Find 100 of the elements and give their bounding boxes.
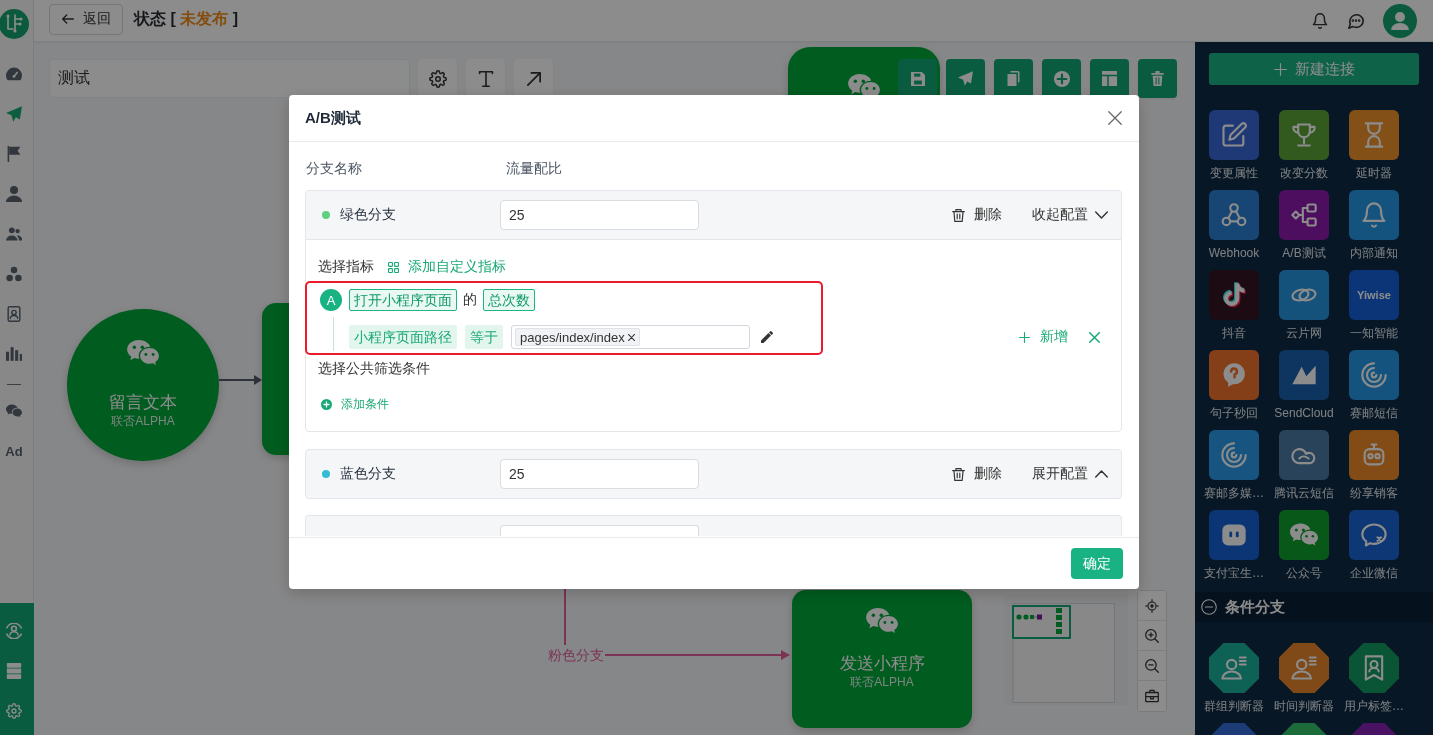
branch-name: 蓝色分支 [340,465,397,483]
notification-bell-icon[interactable] [1312,12,1328,29]
chat-bubbles-icon[interactable] [1279,510,1329,560]
flow-node[interactable]: 留言文本 联否ALPHA [67,309,219,461]
palette-label: 一知智能 [1350,325,1398,341]
plus-icon [1273,62,1287,76]
briefcase-icon [1145,689,1159,703]
flow-node[interactable]: 发送小程序 联否ALPHA [792,590,972,728]
music-note-icon[interactable] [1209,270,1259,320]
close-icon[interactable] [1108,111,1122,125]
branch-diagram-icon[interactable] [1279,190,1329,240]
gauge-icon[interactable] [6,66,22,82]
circles-icon[interactable] [6,266,22,282]
mountain-icon[interactable] [1279,350,1329,400]
event-tag[interactable]: 打开小程序页面 [349,289,457,311]
people-icon[interactable] [6,226,22,242]
palette-label: 群组判断器 [1204,698,1264,714]
back-button[interactable]: 返回 [49,3,123,35]
ratio-field[interactable] [500,525,699,536]
grid-icon [388,261,399,273]
edit-icon[interactable] [1209,110,1259,160]
palette-label: SendCloud [1274,405,1334,421]
flow-name-field[interactable]: 测试 [49,59,410,98]
crosshair-icon [1145,598,1159,613]
delete-button[interactable] [1138,59,1177,98]
section-label: 选择指标 [318,258,374,276]
new-connection-button[interactable]: 新建连接 [1209,53,1419,85]
face-tile-icon[interactable] [1209,510,1259,560]
bar-chart-icon[interactable] [6,346,22,362]
chevron-up-icon [1095,470,1108,478]
palette-label: 公众号 [1286,565,1322,581]
palette-label: 延时器 [1356,165,1392,181]
gear-icon[interactable] [6,703,22,719]
trash-icon [952,467,965,481]
value-tag[interactable]: pages/index/index [515,328,640,346]
palette-label: 改变分数 [1280,165,1328,181]
question-bubble-icon[interactable] [1209,350,1259,400]
node-subtitle: 联否ALPHA [111,413,175,429]
swirl-icon[interactable] [1349,350,1399,400]
ratio-field[interactable]: 25 [500,200,699,230]
section-header[interactable]: 条件分支 [1195,592,1433,622]
chat-bubbles-icon [127,340,159,366]
orbit-person-icon[interactable] [6,623,22,639]
node-subtitle: 联否ALPHA [850,674,914,690]
contact-card-icon[interactable] [6,306,22,322]
add-filter-button[interactable]: 新增 [1019,328,1068,346]
avatar-icon[interactable] [1383,3,1417,38]
robot-icon[interactable] [1349,430,1399,480]
paper-plane-icon[interactable] [6,106,22,122]
cloud-icon[interactable] [1279,430,1329,480]
server-icon[interactable] [6,663,22,679]
bookmark-person-icon[interactable] [1349,643,1399,693]
palette-label: 支付宝生… [1204,565,1264,581]
chat-bubbles-icon [866,608,898,634]
person-list-icon[interactable] [1209,643,1259,693]
plus-circle-icon [1053,70,1070,87]
arrow-left-icon [61,14,74,24]
dialog-title: A/B测试 [305,108,361,128]
measure-tag[interactable]: 总次数 [483,289,535,311]
logo-tile[interactable]: Yiwise [1349,270,1399,320]
confirm-button[interactable]: 确定 [1071,548,1123,579]
delete-button[interactable]: 删除 [952,206,1002,224]
add-metric-link[interactable]: 添加自定义指标 [388,258,506,276]
operator-tag[interactable]: 等于 [465,325,503,349]
person-icon[interactable] [6,186,22,202]
section-title: 条件分支 [1225,597,1285,617]
metric-badge: A [320,289,342,311]
text-tool-icon [477,70,494,87]
chat-icon[interactable] [1348,12,1364,29]
palette-label: 内部通知 [1350,245,1398,261]
add-condition-link[interactable]: 添加条件 [321,394,389,414]
plus-circle-icon [321,398,332,410]
palette-label: 腾讯云短信 [1274,485,1334,501]
value-field[interactable]: pages/index/index [511,325,750,349]
trophy-icon[interactable] [1279,110,1329,160]
flag-icon[interactable] [6,146,22,162]
nav-item[interactable]: Ad [0,431,28,471]
chat-bubble-icon[interactable] [1349,510,1399,560]
field-tag[interactable]: 小程序页面路径 [349,325,457,349]
locate-button[interactable] [1138,591,1166,621]
bell-icon[interactable] [1349,190,1399,240]
palette-label: 时间判断器 [1274,698,1334,714]
chat-bubbles-icon[interactable] [6,403,22,419]
person-list-icon[interactable] [1279,643,1329,693]
linked-rings-icon[interactable] [1279,270,1329,320]
joiner-text: 的 [463,291,477,309]
branch-name: 绿色分支 [340,206,397,224]
hourglass-icon[interactable] [1349,110,1399,160]
ratio-field[interactable]: 25 [500,459,699,489]
linked-nodes-icon[interactable] [1209,190,1259,240]
remove-icon[interactable] [627,333,635,341]
zoom-out-icon [1145,658,1159,673]
palette-label: 句子秒回 [1210,405,1258,421]
gear-icon [428,69,447,88]
delete-button[interactable]: 删除 [952,465,1002,483]
zoom-in-icon [1145,628,1159,643]
swirl-icon[interactable] [1209,430,1259,480]
toggle-button[interactable]: 展开配置 [1032,465,1108,483]
pencil-icon[interactable] [761,331,773,343]
toggle-button[interactable]: 收起配置 [1032,206,1108,224]
